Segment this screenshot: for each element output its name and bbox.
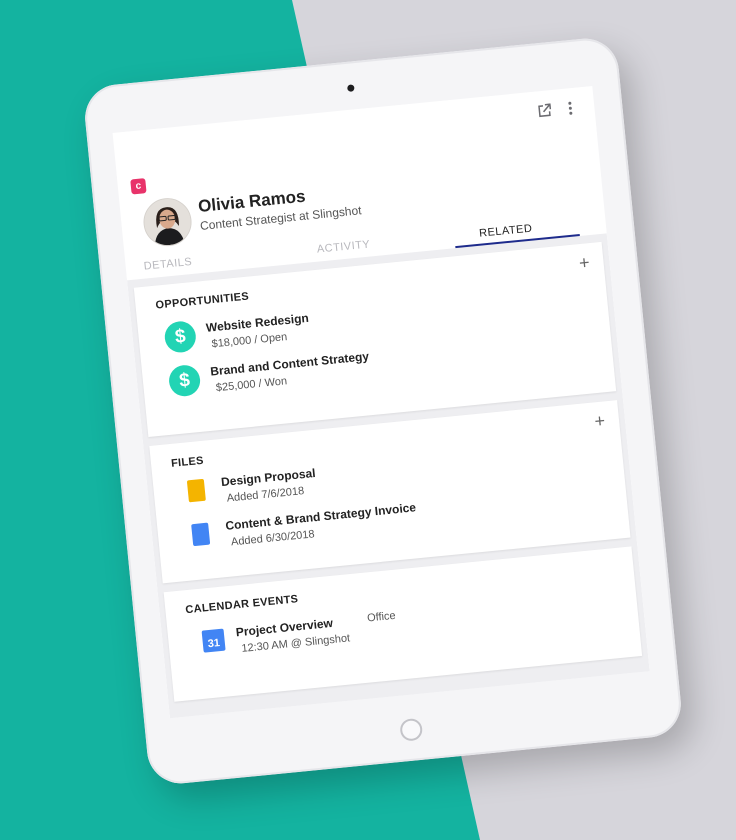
- add-opportunity-icon[interactable]: +: [578, 252, 590, 273]
- tab-activity[interactable]: ACTIVITY: [316, 238, 370, 255]
- dollar-icon: $: [163, 319, 198, 354]
- open-external-icon[interactable]: [534, 100, 556, 122]
- tablet-camera: [347, 84, 355, 92]
- opportunity-detail: $18,000 / Open: [211, 331, 288, 351]
- event-location: Office: [366, 609, 397, 625]
- more-vert-icon[interactable]: [559, 97, 581, 119]
- tablet-device: c Olivia Ramos Content Strategist at Sli…: [82, 35, 684, 787]
- calendar-icon: 31: [201, 628, 226, 653]
- file-detail: Added 6/30/2018: [230, 528, 316, 549]
- opportunity-detail: $25,000 / Won: [215, 375, 288, 395]
- file-detail: Added 7/6/2018: [226, 485, 305, 505]
- avatar: [141, 195, 194, 249]
- home-button[interactable]: [399, 717, 424, 742]
- app-logo: c: [130, 178, 147, 195]
- tab-related[interactable]: RELATED: [479, 223, 533, 240]
- related-content: OPPORTUNITIES + $ Website Redesign $18,0…: [127, 233, 650, 719]
- opportunity-name: Website Redesign: [205, 310, 310, 335]
- docs-file-icon: [191, 522, 211, 547]
- add-file-icon[interactable]: +: [594, 410, 606, 431]
- app-screen: c Olivia Ramos Content Strategist at Sli…: [112, 86, 650, 719]
- slides-file-icon: [186, 478, 206, 503]
- tab-details[interactable]: DETAILS: [143, 256, 192, 273]
- dollar-icon: $: [167, 363, 202, 398]
